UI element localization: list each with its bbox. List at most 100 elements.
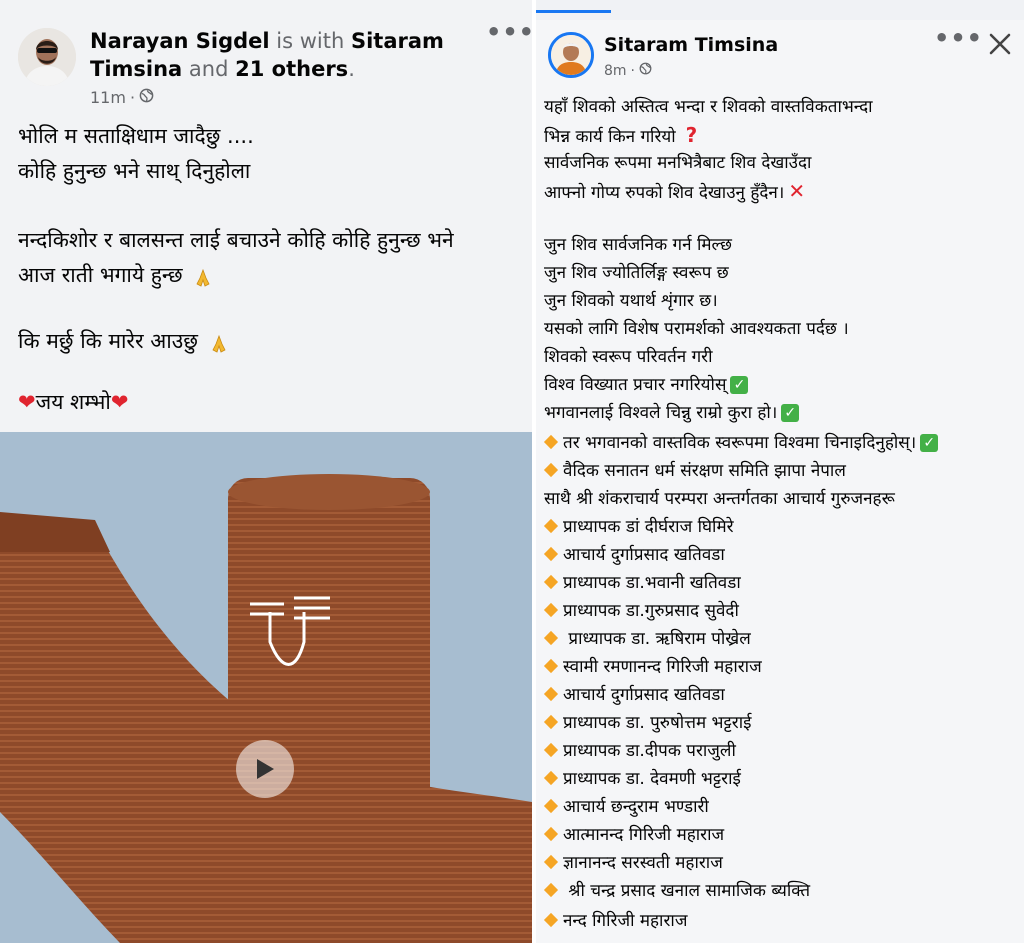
more-options-icon[interactable]: ••• [486,18,535,46]
folded-hands-icon [209,332,229,353]
post-time[interactable]: 8m [604,63,627,79]
video-thumbnail[interactable] [0,432,532,943]
post-text: स्वामी रमणानन्द गिरिजी महाराज [563,657,762,677]
author-name-link[interactable]: Sitaram Timsina [604,34,778,56]
post-text-line: कोहि हुनुन्छ भने साथ् दिनुहोला [18,159,251,183]
post-text: प्राध्यापक डा.भवानी खतिवडा [563,573,741,593]
and-text: and [188,57,229,81]
red-heart-icon: ❤ [110,390,129,414]
list-item: प्राध्यापक डा.भवानी खतिवडा [543,572,741,594]
post-text: प्राध्यापक डा.गुरुप्रसाद सुवेदी [563,601,739,621]
list-item: प्राध्यापक डां दीर्घराज घिमिरे [543,516,734,538]
post-text: आफ्नो गोप्य रुपको शिव देखाउनु हुँदैन। [544,183,785,203]
author-name-link[interactable]: Narayan Sigdel [90,29,270,53]
list-item: आत्मानन्द गिरिजी महाराज [543,824,725,846]
post-text: आज राती भगाये हुन्छ [18,263,183,287]
shiva-linga-image [0,432,532,943]
post-text: आत्मानन्द गिरिजी महाराज [563,825,725,845]
orange-diamond-icon [543,742,559,758]
post-text-line: जुन शिव ज्योतिर्लिङ्ग स्वरूप छ [544,263,729,283]
post-text: आचार्य दुर्गाप्रसाद खतिवडा [563,685,725,705]
post-text-line: शिवको स्वरूप परिवर्तन गरी [544,347,713,367]
post-time[interactable]: 11m [90,88,126,107]
active-tab-indicator [536,10,611,13]
list-item: आचार्य दुर्गाप्रसाद खतिवडा [543,684,725,706]
post-meta: 8m · [604,62,652,79]
orange-diamond-icon [543,770,559,786]
period-text: . [348,57,355,81]
close-icon[interactable] [986,30,1014,58]
author-avatar[interactable] [548,32,594,78]
post-text: प्राध्यापक डा. ऋषिराम पोख्रेल [563,629,751,649]
post-text-line: जुन शिवको यथार्थ शृंगार छ। [544,291,718,311]
orange-diamond-icon [543,434,559,450]
orange-diamond-icon [543,912,559,928]
check-mark-icon: ✓ [781,404,800,422]
list-item: प्राध्यापक डा. ऋषिराम पोख्रेल [543,628,751,650]
post-text: प्राध्यापक डां दीर्घराज घिमिरे [563,517,734,537]
post-text: विश्व विख्यात प्रचार नगरियोस् [544,375,727,395]
author-avatar[interactable] [18,28,76,86]
tagged-person-link[interactable]: Sitaram [351,29,444,53]
post-header-line-2: Timsina and 21 others. [90,55,355,83]
post-header-line-1: Narayan Sigdel is with Sitaram [90,27,444,55]
check-mark-icon: ✓ [730,376,749,394]
orange-diamond-icon [543,826,559,842]
post-text-line: यसको लागि विशेष परामर्शको आवश्यकता पर्दछ… [544,319,849,339]
post-text: जय शम्भो [35,390,111,414]
list-item: ज्ञानानन्द सरस्वती महाराज [543,852,723,874]
profile-photo [551,35,591,75]
orange-diamond-icon [543,518,559,534]
list-item: आचार्य दुर्गाप्रसाद खतिवडा [543,544,725,566]
list-item: प्राध्यापक डा.दीपक पराजुली [543,740,736,762]
play-icon [257,759,274,779]
orange-diamond-icon [543,882,559,898]
list-item: नन्द गिरिजी महाराज [543,910,687,932]
separator-dot: · [129,88,136,107]
post-text-line: विश्व विख्यात प्रचार नगरियोस् ✓ [544,374,749,396]
check-mark-icon: ✓ [920,434,939,452]
more-options-icon[interactable]: ••• [934,24,983,52]
profile-photo [18,28,76,86]
post-text-line-heart: ❤जय शम्भो❤ [18,387,128,417]
orange-diamond-icon [543,630,559,646]
list-item: श्री चन्द्र प्रसाद खनाल सामाजिक ब्यक्ति [543,880,811,902]
is-with-text: is with [276,29,345,53]
post-text-line: आफ्नो गोप्य रुपको शिव देखाउनु हुँदैन। ✕ [544,180,805,204]
post-text: आचार्य छन्दुराम भण्डारी [563,797,709,817]
orange-diamond-icon [543,462,559,478]
play-button[interactable] [236,740,294,798]
post-text-line-pray: आज राती भगाये हुन्छ [18,260,213,290]
post-text-line: तर भगवानको वास्तविक स्वरूपमा विश्वमा चिन… [543,432,939,454]
post-text-line: भिन्न कार्य किन गरियो? [544,124,697,148]
orange-diamond-icon [543,574,559,590]
orange-diamond-icon [543,602,559,618]
list-item: स्वामी रमणानन्द गिरिजी महाराज [543,656,762,678]
red-question-icon: ? [685,123,698,147]
list-item: प्राध्यापक डा. देवमणी भट्टराई [543,768,741,790]
red-cross-icon: ✕ [788,179,806,203]
orange-diamond-icon [543,714,559,730]
red-heart-icon: ❤ [18,390,36,414]
post-text-line: भोलि म सताक्षिधाम जादैछु .... [18,124,254,148]
post-text: श्री चन्द्र प्रसाद खनाल सामाजिक ब्यक्ति [563,881,811,901]
post-text: कि मर्छु कि मारेर आउछु [18,329,198,353]
post-text: प्राध्यापक डा. पुरुषोत्तम भट्टराई [563,713,752,733]
post-text: ज्ञानानन्द सरस्वती महाराज [563,853,723,873]
globe-icon [639,62,652,79]
post-text-line: भगवानलाई विश्वले चिन्नु राम्रो कुरा हो। ✓ [544,402,800,424]
post-text-line: जुन शिव सार्वजनिक गर्न मिल्छ [544,235,732,255]
orange-diamond-icon [543,798,559,814]
orange-diamond-icon [543,658,559,674]
post-text: तर भगवानको वास्तविक स्वरूपमा विश्वमा चिन… [563,433,917,453]
post-text-line-pray: कि मर्छु कि मारेर आउछु [18,326,229,356]
tagged-person-link-cont[interactable]: Timsina [90,57,182,81]
post-text-line: साथै श्री शंकराचार्य परम्परा अन्तर्गतका … [544,489,895,509]
post-text: भगवानलाई विश्वले चिन्नु राम्रो कुरा हो। [544,403,778,423]
post-text-line: वैदिक सनातन धर्म संरक्षण समिति झापा नेपा… [543,460,846,482]
separator-dot: · [630,62,635,79]
post-text: भिन्न कार्य किन गरियो [544,127,676,147]
others-link[interactable]: 21 others [235,57,348,81]
orange-diamond-icon [543,854,559,870]
list-item: प्राध्यापक डा. पुरुषोत्तम भट्टराई [543,712,752,734]
